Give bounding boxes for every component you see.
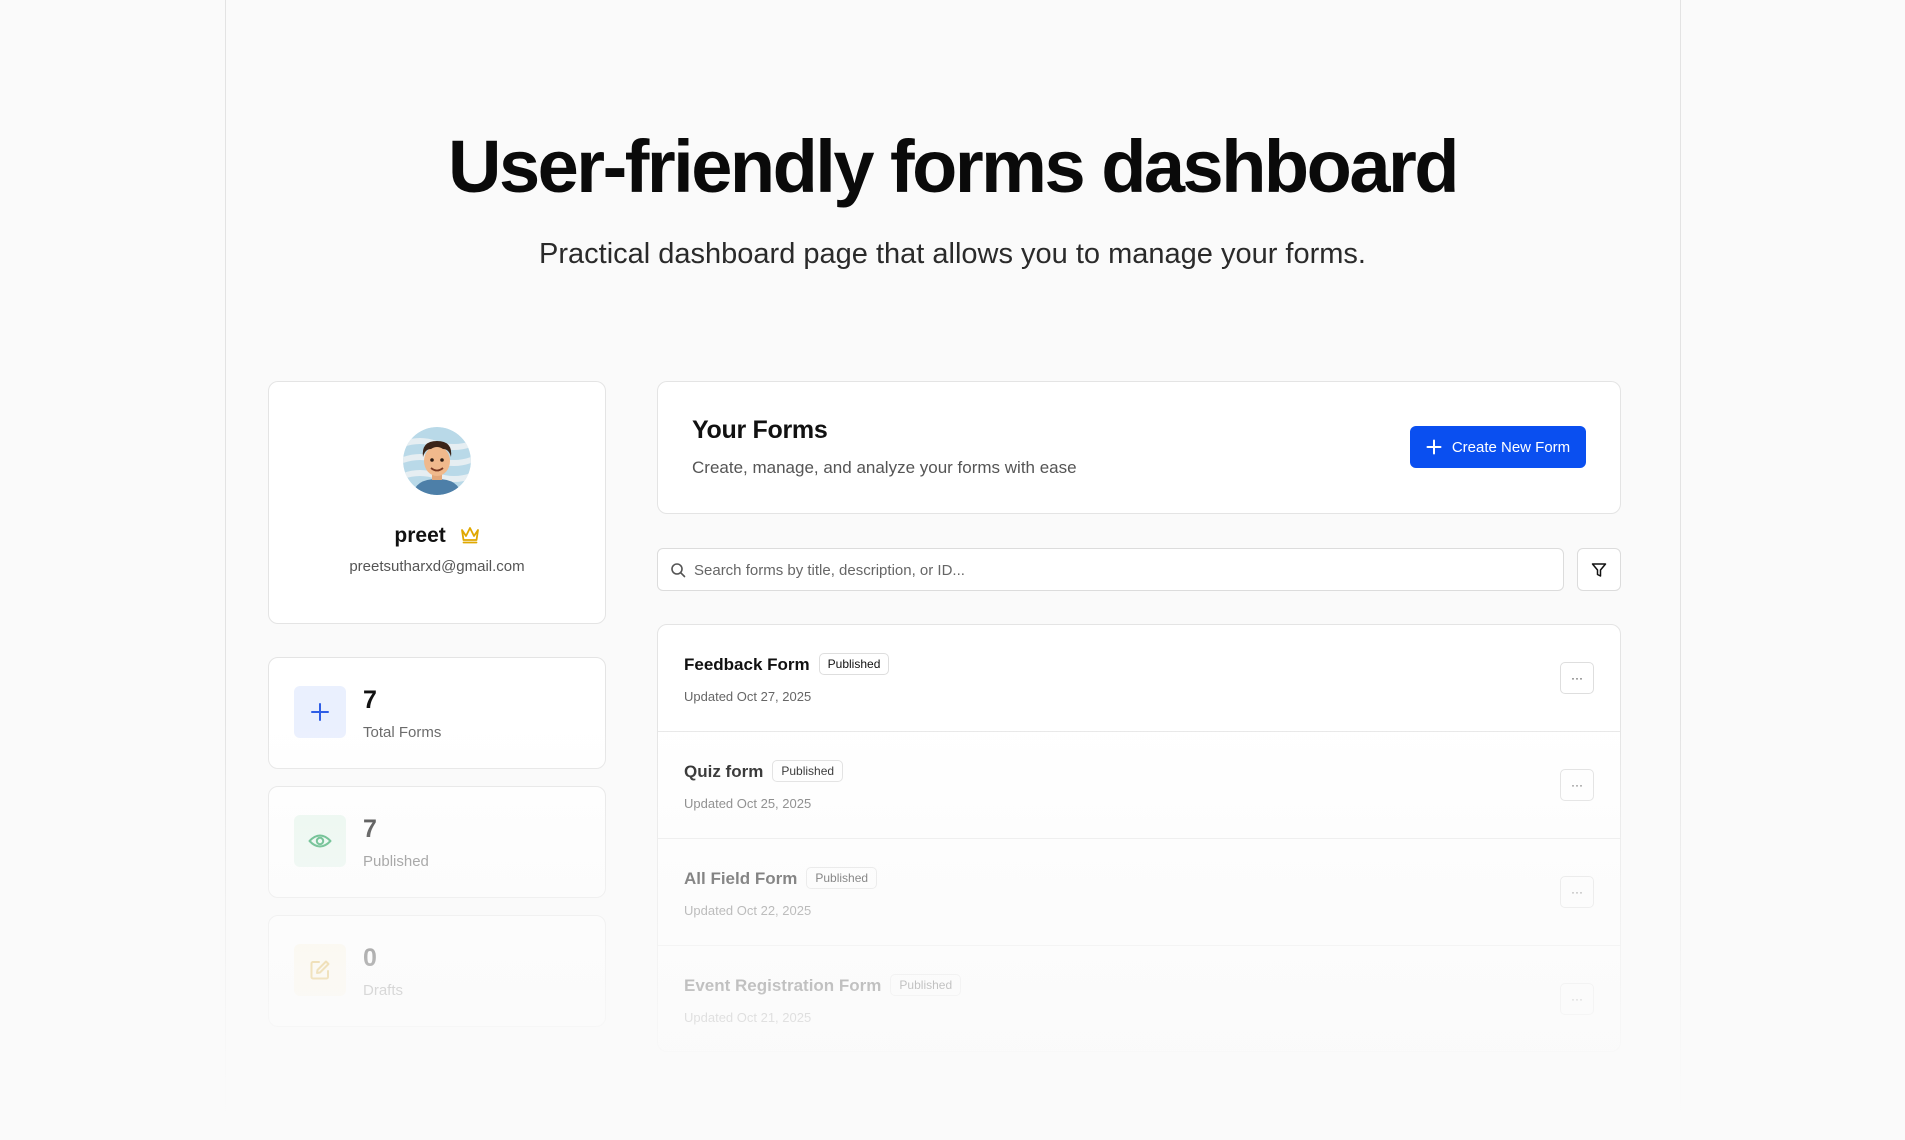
create-new-form-button[interactable]: Create New Form bbox=[1410, 426, 1586, 468]
profile-name: preet bbox=[394, 524, 446, 547]
avatar[interactable] bbox=[403, 427, 471, 495]
list-item[interactable]: Event Registration Form Published Updated… bbox=[658, 946, 1620, 1051]
stat-label: Drafts bbox=[363, 982, 404, 999]
form-name-row: All Field Form Published bbox=[684, 867, 878, 889]
profile-card: preet preetsutharxd@gmail.com bbox=[268, 381, 606, 624]
status-badge: Published bbox=[772, 760, 844, 782]
page-subtitle: Practical dashboard page that allows you… bbox=[539, 238, 1366, 270]
more-options-button[interactable]: ··· bbox=[1560, 876, 1594, 908]
form-name-row: Feedback Form Published bbox=[684, 653, 890, 675]
form-name-row: Quiz form Published bbox=[684, 760, 844, 782]
form-name-row: Event Registration Form Published bbox=[684, 974, 962, 996]
list-item[interactable]: All Field Form Published Updated Oct 22, … bbox=[658, 839, 1620, 946]
form-updated: Updated Oct 25, 2025 bbox=[684, 796, 812, 811]
page-title: User-friendly forms dashboard bbox=[448, 125, 1459, 208]
profile-name-row: preet bbox=[269, 524, 605, 550]
list-item[interactable]: Feedback Form Published Updated Oct 27, 2… bbox=[658, 625, 1620, 732]
status-badge: Published bbox=[818, 653, 890, 675]
more-options-button[interactable]: ··· bbox=[1560, 662, 1594, 694]
search-box bbox=[657, 548, 1564, 592]
form-name[interactable]: Feedback Form bbox=[684, 655, 810, 674]
form-name[interactable]: Event Registration Form bbox=[684, 976, 881, 995]
form-updated: Updated Oct 22, 2025 bbox=[684, 903, 812, 918]
search-icon bbox=[671, 563, 686, 578]
more-options-button[interactable]: ··· bbox=[1560, 983, 1594, 1015]
search-input[interactable] bbox=[692, 549, 1556, 592]
stat-label: Total Forms bbox=[363, 724, 442, 741]
form-updated: Updated Oct 27, 2025 bbox=[684, 689, 812, 704]
plus-icon bbox=[294, 686, 346, 738]
form-name[interactable]: All Field Form bbox=[684, 869, 797, 888]
crown-icon bbox=[460, 526, 480, 550]
stat-value: 0 bbox=[363, 944, 377, 972]
forms-description: Create, manage, and analyze your forms w… bbox=[692, 458, 1077, 477]
list-item[interactable]: Quiz form Published Updated Oct 25, 2025 … bbox=[658, 732, 1620, 839]
stat-value: 7 bbox=[363, 815, 377, 843]
forms-title: Your Forms bbox=[692, 416, 828, 444]
status-badge: Published bbox=[890, 974, 962, 996]
more-options-button[interactable]: ··· bbox=[1560, 769, 1594, 801]
filter-icon bbox=[1591, 562, 1607, 577]
stat-card-total-forms: 7 Total Forms bbox=[268, 657, 606, 769]
form-name[interactable]: Quiz form bbox=[684, 762, 763, 781]
plus-icon bbox=[1426, 439, 1442, 455]
edit-icon bbox=[294, 944, 346, 996]
forms-header-card: Your Forms Create, manage, and analyze y… bbox=[657, 381, 1621, 514]
status-badge: Published bbox=[806, 867, 878, 889]
stat-card-drafts: 0 Drafts bbox=[268, 915, 606, 1027]
stat-card-published: 7 Published bbox=[268, 786, 606, 898]
form-updated: Updated Oct 21, 2025 bbox=[684, 1010, 812, 1025]
filter-button[interactable] bbox=[1577, 548, 1621, 591]
profile-email: preetsutharxd@gmail.com bbox=[349, 558, 525, 575]
stat-value: 7 bbox=[363, 686, 377, 714]
eye-icon bbox=[294, 815, 346, 867]
stat-label: Published bbox=[363, 853, 429, 870]
create-new-form-label: Create New Form bbox=[1451, 438, 1571, 456]
forms-list: Feedback Form Published Updated Oct 27, 2… bbox=[657, 624, 1621, 1052]
